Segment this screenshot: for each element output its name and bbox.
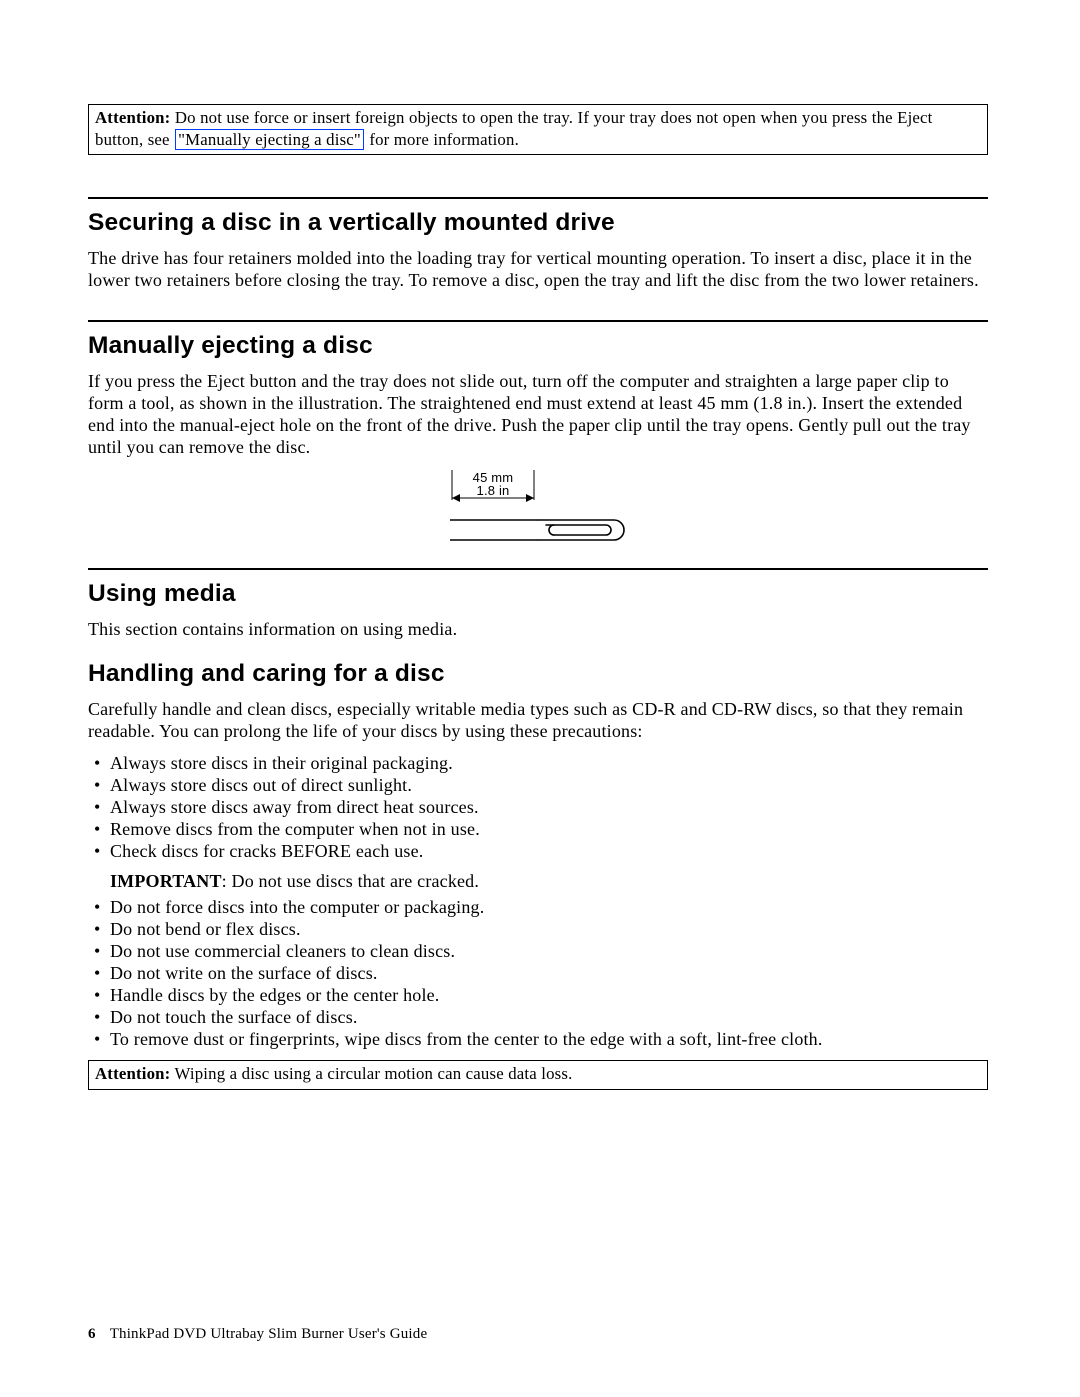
precautions-list-a: Always store discs in their original pac… [88, 753, 988, 863]
list-item: Handle discs by the edges or the center … [110, 985, 988, 1007]
important-note: IMPORTANT: Do not use discs that are cra… [110, 871, 988, 893]
list-item: Check discs for cracks BEFORE each use. [110, 841, 988, 863]
dim-in: 1.8 in [477, 483, 510, 498]
list-item: Always store discs out of direct sunligh… [110, 775, 988, 797]
important-lead: IMPORTANT [110, 871, 222, 891]
list-item: Do not write on the surface of discs. [110, 963, 988, 985]
body-securing-disc: The drive has four retainers molded into… [88, 248, 988, 292]
list-item: Remove discs from the computer when not … [110, 819, 988, 841]
list-item: Do not force discs into the computer or … [110, 897, 988, 919]
heading-manually-ejecting: Manually ejecting a disc [88, 331, 988, 361]
list-item: Always store discs away from direct heat… [110, 797, 988, 819]
list-item: Always store discs in their original pac… [110, 753, 988, 775]
section-rule [88, 197, 988, 199]
important-rest: : Do not use discs that are cracked. [222, 871, 479, 891]
attention-text: Wiping a disc using a circular motion ca… [170, 1064, 572, 1083]
heading-handling-caring: Handling and caring for a disc [88, 659, 988, 689]
body-manually-ejecting: If you press the Eject button and the tr… [88, 371, 988, 459]
list-item: To remove dust or fingerprints, wipe dis… [110, 1029, 988, 1051]
body-using-media: This section contains information on usi… [88, 619, 988, 641]
xref-manually-ejecting[interactable]: "Manually ejecting a disc" [175, 129, 364, 150]
heading-securing-disc: Securing a disc in a vertically mounted … [88, 208, 988, 238]
attention-box-top: Attention: Do not use force or insert fo… [88, 104, 988, 155]
page-number: 6 [88, 1326, 96, 1342]
body-handling-caring: Carefully handle and clean discs, especi… [88, 699, 988, 743]
attention-lead: Attention: [95, 1064, 170, 1083]
list-item: Do not bend or flex discs. [110, 919, 988, 941]
list-item: Do not touch the surface of discs. [110, 1007, 988, 1029]
list-item: Do not use commercial cleaners to clean … [110, 941, 988, 963]
attention-text-after: for more information. [365, 130, 519, 149]
footer-title: ThinkPad DVD Ultrabay Slim Burner User's… [110, 1326, 428, 1342]
precautions-list-b: Do not force discs into the computer or … [88, 897, 988, 1051]
section-rule [88, 568, 988, 570]
section-rule [88, 320, 988, 322]
heading-using-media: Using media [88, 579, 988, 609]
page-footer: 6 ThinkPad DVD Ultrabay Slim Burner User'… [88, 1325, 427, 1343]
attention-box-bottom: Attention: Wiping a disc using a circula… [88, 1060, 988, 1090]
attention-lead: Attention: [95, 108, 170, 127]
paperclip-illustration: 45 mm 1.8 in [446, 468, 630, 550]
